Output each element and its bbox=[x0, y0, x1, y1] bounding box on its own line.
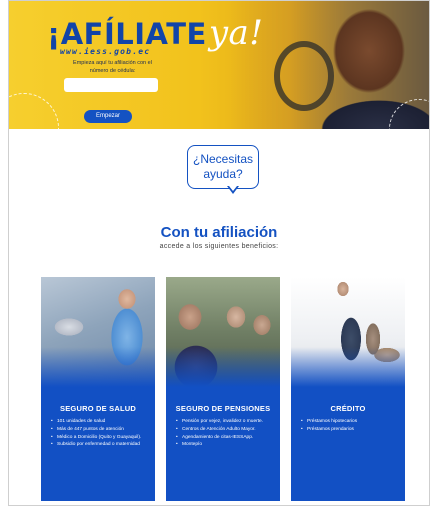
start-button[interactable]: Empezar bbox=[84, 110, 132, 123]
card-fade bbox=[41, 347, 155, 387]
benefits-subtitle: accede a los siguientes beneficios: bbox=[159, 243, 279, 250]
list-item: Más de 447 puntos de atención bbox=[51, 426, 149, 434]
id-number-input[interactable] bbox=[64, 78, 158, 92]
site-url: www.iess.gob.ec bbox=[60, 47, 151, 56]
page-frame: ¡AFÍLIATEya! www.iess.gob.ec Empieza aqu… bbox=[8, 0, 430, 506]
help-bubble[interactable]: ¿Necesitas ayuda? bbox=[187, 145, 259, 189]
list-item: Préstamos hipotecarios bbox=[301, 418, 399, 426]
list-item: Centros de Atención Adulto Mayor. bbox=[176, 426, 274, 434]
card-list: Pensión por vejez, invalidez o muerte. C… bbox=[176, 418, 274, 449]
campaign-logo-main: ¡AFÍLIATE bbox=[47, 17, 207, 51]
campaign-logo-ya: ya! bbox=[208, 13, 264, 53]
benefit-card-health[interactable]: SEGURO DE SALUD 101 unidades de salud Má… bbox=[41, 277, 155, 501]
list-item: Médico a Domicilio (Quito y Guayaquil). bbox=[51, 434, 149, 442]
card-fade bbox=[291, 347, 405, 387]
list-item: Montepío bbox=[176, 441, 274, 449]
card-title: SEGURO DE PENSIONES bbox=[175, 404, 271, 413]
list-item: Subsidio por enfermedad o maternidad bbox=[51, 441, 149, 449]
benefit-card-credit[interactable]: CRÉDITO Préstamos hipotecarios Préstamos… bbox=[291, 277, 405, 501]
card-fade bbox=[166, 347, 280, 387]
hero-banner: ¡AFÍLIATEya! www.iess.gob.ec Empieza aqu… bbox=[9, 1, 429, 129]
card-title: CRÉDITO bbox=[330, 404, 366, 413]
card-title: SEGURO DE SALUD bbox=[60, 404, 136, 413]
decorative-arc-left bbox=[9, 93, 59, 129]
help-bubble-text: ¿Necesitas ayuda? bbox=[192, 152, 254, 181]
list-item: 101 unidades de salud bbox=[51, 418, 149, 426]
list-item: Pensión por vejez, invalidez o muerte. bbox=[176, 418, 274, 426]
list-item: Agendamiento de citas-IESSApp. bbox=[176, 434, 274, 442]
steering-wheel-graphic bbox=[274, 41, 334, 111]
id-number-hint: Empieza aquí tu afiliación con el número… bbox=[73, 60, 152, 74]
benefits-title: Con tu afiliación bbox=[160, 224, 278, 241]
help-bubble-tail-inner bbox=[229, 186, 237, 191]
benefit-card-pensions[interactable]: SEGURO DE PENSIONES Pensión por vejez, i… bbox=[166, 277, 280, 501]
card-list: 101 unidades de salud Más de 447 puntos … bbox=[51, 418, 149, 449]
card-list: Préstamos hipotecarios Préstamos prendar… bbox=[301, 418, 399, 434]
list-item: Préstamos prendarios bbox=[301, 426, 399, 434]
